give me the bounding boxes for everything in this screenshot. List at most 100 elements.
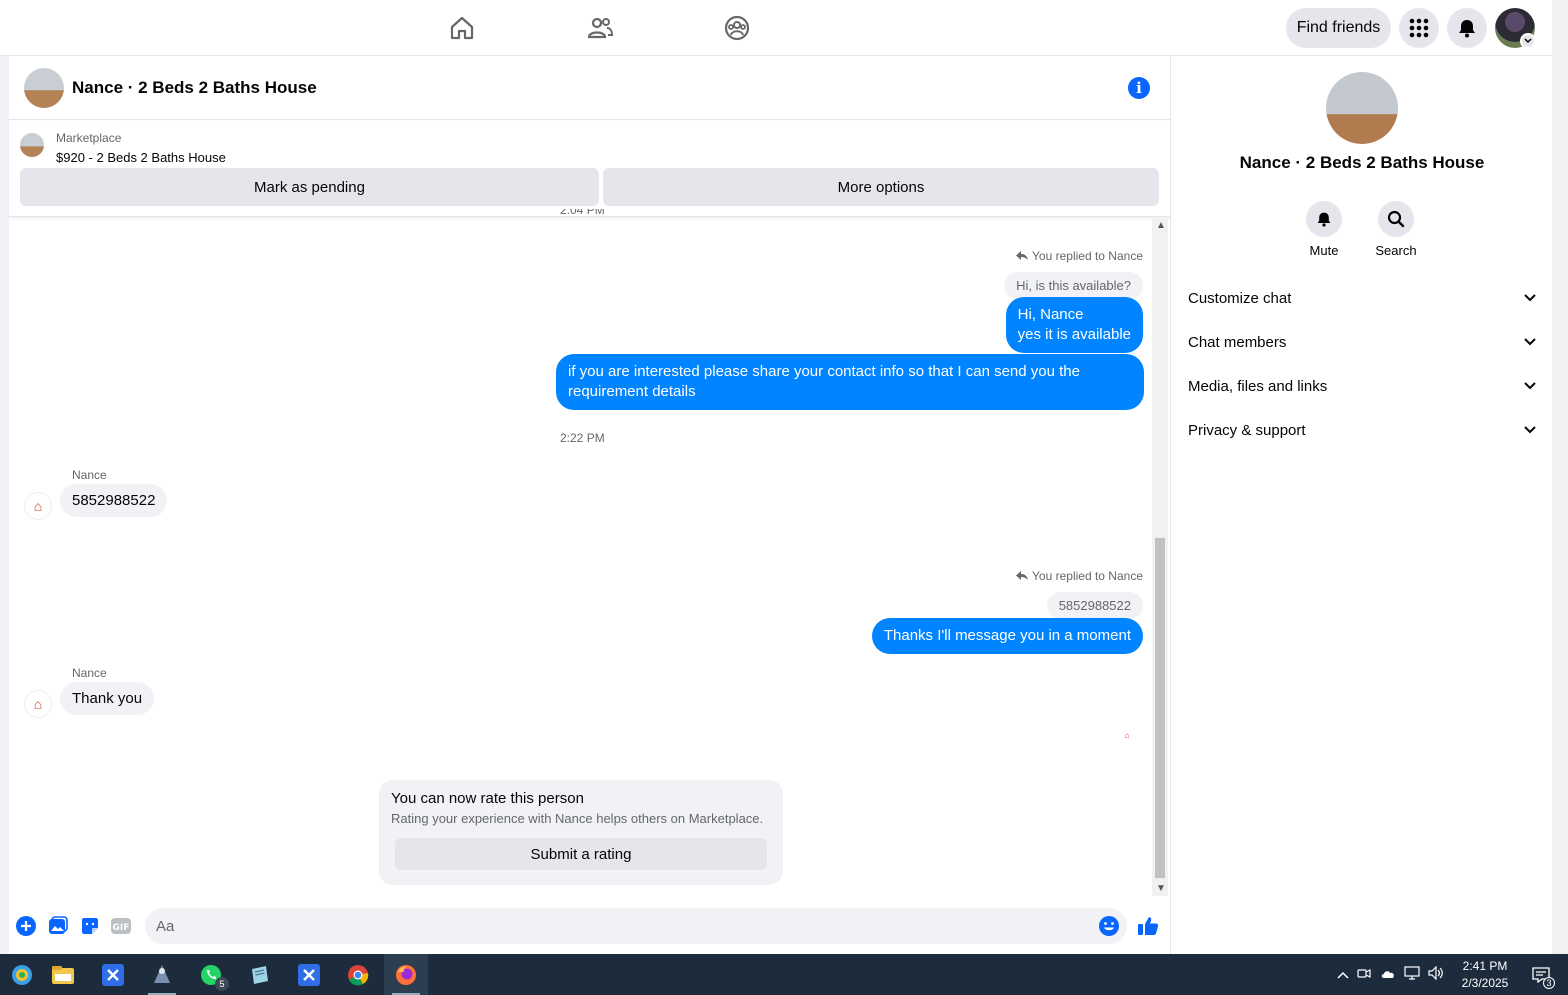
chevron-down-icon — [1524, 426, 1536, 434]
photo-icon[interactable] — [47, 915, 69, 937]
scroll-down-arrow[interactable]: ▼ — [1156, 883, 1166, 894]
search-label: Search — [1375, 243, 1417, 258]
clock-date: 2/3/2025 — [1461, 976, 1509, 990]
quoted-message[interactable]: 5852988522 — [1046, 592, 1143, 619]
section-media-files-links[interactable]: Media, files and links — [1188, 364, 1536, 408]
search-icon — [1378, 201, 1414, 237]
conversation-picture[interactable] — [1326, 72, 1398, 144]
search-button[interactable]: Search — [1366, 201, 1426, 258]
reply-icon — [1016, 251, 1029, 260]
incoming-message[interactable]: Thank you — [60, 682, 155, 715]
reply-note-text: You replied to Nance — [1032, 569, 1143, 583]
notification-center-icon[interactable]: 3 — [1526, 954, 1556, 995]
chat-title[interactable]: Nance · 2 Beds 2 Baths House — [72, 78, 317, 98]
plus-icon[interactable] — [15, 915, 37, 937]
listing-price-title[interactable]: $920 - 2 Beds 2 Baths House — [56, 150, 226, 165]
outgoing-message[interactable]: Thanks I'll message you in a moment — [871, 618, 1143, 654]
firefox-icon[interactable] — [384, 954, 428, 995]
bell-icon[interactable] — [1447, 8, 1487, 48]
emoji-icon[interactable] — [1098, 915, 1120, 937]
submit-rating-button[interactable]: Submit a rating — [395, 838, 767, 870]
sticker-icon[interactable] — [79, 915, 101, 937]
section-label: Customize chat — [1188, 289, 1292, 307]
mark-as-pending-button[interactable]: Mark as pending — [20, 168, 599, 206]
timestamp-clipped-text: 2:04 PM — [560, 209, 605, 217]
chat-panel: Nance · 2 Beds 2 Baths House i Marketpla… — [9, 57, 1171, 954]
timestamp: 2:22 PM — [560, 431, 605, 445]
bell-icon — [1306, 201, 1342, 237]
seen-receipt-avatar: ⌂ — [1120, 728, 1134, 742]
chevron-down-icon — [1524, 294, 1536, 302]
scroll-thumb[interactable] — [1155, 538, 1165, 878]
section-label: Media, files and links — [1188, 377, 1328, 395]
sender-avatar[interactable]: ⌂ — [24, 492, 52, 520]
timestamp-clipped: 2:04 PM — [560, 209, 605, 217]
network-icon[interactable] — [1400, 966, 1424, 983]
conversation-info-sidebar: Nance · 2 Beds 2 Baths House Mute Search… — [1172, 57, 1552, 954]
outgoing-message[interactable]: if you are interested please share your … — [556, 354, 1144, 410]
system-clock[interactable]: 2:41 PM 2/3/2025 — [1450, 958, 1520, 992]
chat-scrollbar[interactable]: ▲ ▼ — [1152, 218, 1168, 896]
message-composer: GIF — [9, 905, 1171, 954]
whatsapp-icon[interactable]: 5 — [189, 954, 233, 995]
section-customize-chat[interactable]: Customize chat — [1188, 276, 1536, 320]
reply-note: You replied to Nance — [1016, 569, 1143, 583]
message-line: yes it is available — [1017, 326, 1131, 343]
outgoing-message[interactable]: Hi, Nance yes it is available — [1005, 297, 1143, 353]
notes-app-icon[interactable] — [238, 954, 282, 995]
app-tool-icon[interactable] — [140, 954, 184, 995]
scroll-up-arrow[interactable]: ▲ — [1156, 220, 1166, 231]
message-input[interactable] — [145, 908, 1127, 944]
chat-header: Nance · 2 Beds 2 Baths House i — [9, 57, 1171, 120]
listing-source: Marketplace — [56, 131, 122, 145]
menu-grid-icon[interactable] — [1399, 8, 1439, 48]
svg-text:GIF: GIF — [113, 923, 130, 933]
rating-title: You can now rate this person — [391, 790, 584, 807]
friends-icon[interactable] — [584, 12, 616, 44]
left-collapsed-panel — [0, 56, 9, 954]
chevron-down-icon[interactable] — [1520, 33, 1536, 49]
sender-avatar[interactable]: ⌂ — [24, 690, 52, 718]
color-app-icon[interactable] — [0, 954, 44, 995]
find-friends-button[interactable]: Find friends — [1286, 8, 1391, 48]
page-scrollbar[interactable] — [1552, 0, 1568, 954]
mute-label: Mute — [1309, 243, 1339, 258]
reply-note: You replied to Nance — [1016, 249, 1143, 263]
groups-icon[interactable] — [721, 12, 753, 44]
mute-button[interactable]: Mute — [1294, 201, 1354, 258]
app-x-icon[interactable] — [91, 954, 135, 995]
onedrive-cloud-icon[interactable] — [1376, 968, 1400, 982]
incoming-message[interactable]: 5852988522 — [60, 484, 168, 517]
reply-icon — [1016, 571, 1029, 580]
meet-now-icon[interactable] — [1352, 967, 1376, 982]
section-label: Chat members — [1188, 333, 1287, 351]
top-navigation-bar: Find friends — [0, 0, 1552, 56]
section-label: Privacy & support — [1188, 421, 1306, 439]
quoted-message[interactable]: Hi, is this available? — [1004, 272, 1143, 299]
clock-time: 2:41 PM — [1462, 959, 1508, 973]
whatsapp-badge: 5 — [215, 977, 229, 991]
system-tray — [1334, 954, 1448, 995]
app-x-icon-2[interactable] — [287, 954, 331, 995]
gif-icon[interactable]: GIF — [110, 915, 132, 937]
chrome-icon[interactable] — [336, 954, 380, 995]
chevron-down-icon — [1524, 382, 1536, 390]
more-options-button[interactable]: More options — [603, 168, 1159, 206]
reply-note-text: You replied to Nance — [1032, 249, 1143, 263]
section-privacy-support[interactable]: Privacy & support — [1188, 408, 1536, 452]
notification-count: 3 — [1543, 977, 1555, 989]
rating-card: You can now rate this person Rating your… — [379, 780, 783, 885]
info-icon[interactable]: i — [1128, 77, 1150, 99]
file-explorer-icon[interactable] — [41, 954, 85, 995]
section-chat-members[interactable]: Chat members — [1188, 320, 1536, 364]
like-icon[interactable] — [1137, 915, 1159, 937]
chevron-up-icon[interactable] — [1334, 968, 1352, 982]
listing-thumbnail[interactable] — [20, 133, 44, 157]
chevron-down-icon — [1524, 338, 1536, 346]
volume-icon[interactable] — [1424, 965, 1448, 983]
message-line: Hi, Nance — [1017, 306, 1084, 323]
chat-avatar[interactable] — [24, 68, 64, 108]
sender-name: Nance — [72, 468, 107, 482]
home-icon[interactable] — [446, 12, 478, 44]
conversation-name: Nance · 2 Beds 2 Baths House — [1239, 153, 1485, 172]
